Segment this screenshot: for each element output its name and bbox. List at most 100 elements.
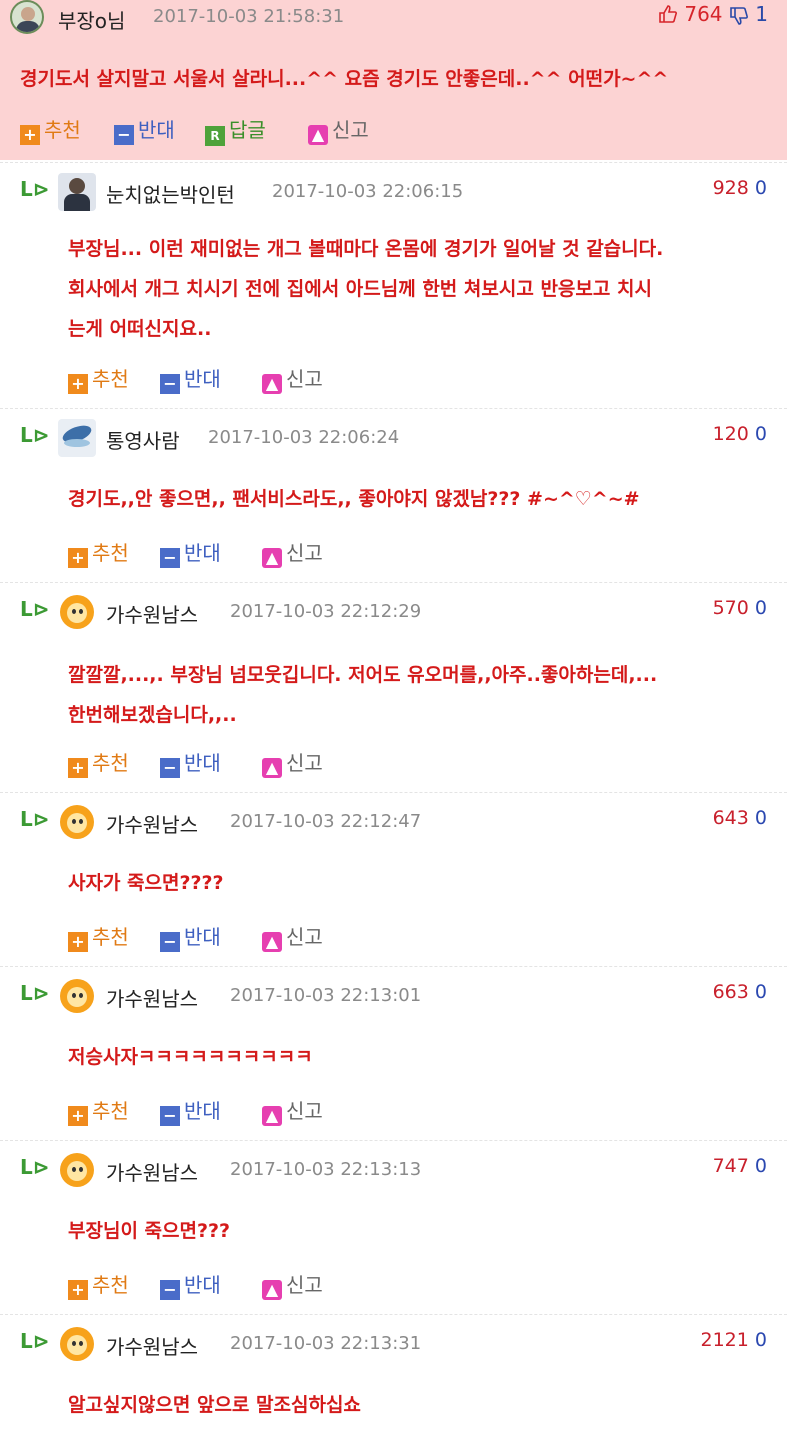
siren-icon: ▲ — [262, 1280, 282, 1300]
oppose-button[interactable]: − 반대 — [114, 116, 175, 145]
report-button[interactable]: ▲ 신고 — [262, 1097, 323, 1126]
comment-date: 2017-10-03 22:13:13 — [230, 1159, 422, 1180]
comment-text: 부장님... 이런 재미없는 개그 볼때마다 온몸에 경기가 일어날 것 같습니… — [68, 238, 664, 340]
siren-icon: ▲ — [262, 932, 282, 952]
commenter-nickname[interactable]: 가수원남스 — [106, 599, 198, 628]
comment-date: 2017-10-03 22:13:31 — [230, 1333, 422, 1354]
commenter-avatar[interactable] — [58, 1325, 96, 1363]
comment-score: 928 0 — [712, 177, 767, 199]
plus-icon: + — [68, 1106, 88, 1126]
reply-arrow-icon: L⊳ — [20, 1329, 50, 1353]
commenter-avatar[interactable] — [58, 173, 96, 211]
comment-date: 2017-10-03 22:06:15 — [272, 181, 464, 202]
comment-text: 저승사자ㅋㅋㅋㅋㅋㅋㅋㅋㅋㅋ — [68, 1046, 313, 1068]
recommend-button[interactable]: + 추천 — [20, 116, 81, 145]
comment-item: L⊳ 가수원남스 2017-10-03 22:13:31 2121 0 알고싶지… — [0, 1314, 787, 1439]
comment-date: 2017-10-03 22:13:01 — [230, 985, 422, 1006]
recommend-button[interactable]: + 추천 — [68, 1097, 129, 1126]
comment-date: 2017-10-03 22:06:24 — [208, 427, 400, 448]
commenter-nickname[interactable]: 가수원남스 — [106, 983, 198, 1012]
commenter-avatar[interactable] — [58, 593, 96, 631]
comment-date: 2017-10-03 22:12:47 — [230, 811, 422, 832]
report-button[interactable]: ▲ 신고 — [262, 1271, 323, 1300]
siren-icon: ▲ — [262, 758, 282, 778]
comment-text: 알고싶지않으면 앞으로 말조심하십쇼 — [68, 1394, 361, 1416]
plus-icon: + — [68, 758, 88, 778]
comment-item: L⊳ 가수원남스 2017-10-03 22:13:01 663 0 저승사자ㅋ… — [0, 966, 787, 1141]
reply-arrow-icon: L⊳ — [20, 981, 50, 1005]
minus-icon: − — [160, 1106, 180, 1126]
reply-arrow-icon: L⊳ — [20, 597, 50, 621]
commenter-avatar[interactable] — [58, 1151, 96, 1189]
recommend-button[interactable]: + 추천 — [68, 923, 129, 952]
minus-icon: − — [160, 932, 180, 952]
comment-score: 570 0 — [712, 597, 767, 619]
author-nickname[interactable]: 부장o님 — [58, 5, 125, 34]
report-button[interactable]: ▲ 신고 — [308, 116, 369, 145]
recommend-button[interactable]: + 추천 — [68, 365, 129, 394]
oppose-button[interactable]: − 반대 — [160, 539, 221, 568]
siren-icon: ▲ — [262, 548, 282, 568]
commenter-avatar[interactable] — [58, 803, 96, 841]
comment-date: 2017-10-03 22:12:29 — [230, 601, 422, 622]
commenter-avatar[interactable] — [58, 977, 96, 1015]
comment-score: 747 0 — [712, 1155, 767, 1177]
reply-arrow-icon: L⊳ — [20, 807, 50, 831]
minus-icon: − — [160, 758, 180, 778]
commenter-nickname[interactable]: 가수원남스 — [106, 809, 198, 838]
comment-item: L⊳ 통영사람 2017-10-03 22:06:24 120 0 경기도,,안… — [0, 408, 787, 583]
commenter-nickname[interactable]: 눈치없는박인턴 — [106, 179, 235, 208]
reply-arrow-icon: L⊳ — [20, 423, 50, 447]
minus-icon: − — [160, 548, 180, 568]
oppose-button[interactable]: − 반대 — [160, 365, 221, 394]
recommend-button[interactable]: + 추천 — [68, 1271, 129, 1300]
plus-icon: + — [68, 374, 88, 394]
comment-score: 120 0 — [712, 423, 767, 445]
commenter-nickname[interactable]: 가수원남스 — [106, 1157, 198, 1186]
post-up-count: 764 — [684, 2, 723, 26]
comment-item: L⊳ 가수원남스 2017-10-03 22:12:29 570 0 깔깔깔,.… — [0, 582, 787, 793]
minus-icon: − — [160, 1280, 180, 1300]
reply-arrow-icon: L⊳ — [20, 1155, 50, 1179]
report-button[interactable]: ▲ 신고 — [262, 749, 323, 778]
oppose-button[interactable]: − 반대 — [160, 923, 221, 952]
report-button[interactable]: ▲ 신고 — [262, 539, 323, 568]
siren-icon: ▲ — [262, 1106, 282, 1126]
comment-score: 643 0 — [712, 807, 767, 829]
author-avatar[interactable] — [10, 0, 44, 34]
minus-icon: − — [160, 374, 180, 394]
plus-icon: + — [68, 932, 88, 952]
post-header: 부장o님 2017-10-03 21:58:31 764 1 — [10, 0, 780, 36]
comment-score: 663 0 — [712, 981, 767, 1003]
siren-icon: ▲ — [262, 374, 282, 394]
post-down-count: 1 — [755, 2, 768, 26]
original-post: 부장o님 2017-10-03 21:58:31 764 1 경기도서 살지말고… — [0, 0, 787, 160]
thumbs-down-icon[interactable] — [729, 6, 749, 26]
post-date: 2017-10-03 21:58:31 — [153, 6, 345, 27]
commenter-nickname[interactable]: 가수원남스 — [106, 1331, 198, 1360]
report-button[interactable]: ▲ 신고 — [262, 365, 323, 394]
comment-text: 사자가 죽으면???? — [68, 872, 224, 894]
thumbs-up-icon[interactable] — [658, 4, 678, 24]
comment-item: L⊳ 가수원남스 2017-10-03 22:13:13 747 0 부장님이 … — [0, 1140, 787, 1315]
comment-text: 깔깔깔,...,. 부장님 넘모웃깁니다. 저어도 유오머를,,아주..좋아하는… — [68, 664, 658, 726]
comment-text: 부장님이 죽으면??? — [68, 1220, 231, 1242]
reply-button[interactable]: R 답글 — [205, 116, 266, 146]
siren-icon: ▲ — [308, 125, 328, 145]
commenter-avatar[interactable] — [58, 419, 96, 457]
comment-score: 2121 0 — [700, 1329, 768, 1351]
plus-icon: + — [68, 548, 88, 568]
commenter-nickname[interactable]: 통영사람 — [106, 425, 180, 454]
recommend-button[interactable]: + 추천 — [68, 749, 129, 778]
oppose-button[interactable]: − 반대 — [160, 749, 221, 778]
post-content: 경기도서 살지말고 서울서 살라니...^^ 요즘 경기도 안좋은데..^^ 어… — [20, 68, 669, 90]
plus-icon: + — [68, 1280, 88, 1300]
post-votes: 764 1 — [658, 2, 768, 26]
recommend-button[interactable]: + 추천 — [68, 539, 129, 568]
oppose-button[interactable]: − 반대 — [160, 1097, 221, 1126]
report-button[interactable]: ▲ 신고 — [262, 923, 323, 952]
oppose-button[interactable]: − 반대 — [160, 1271, 221, 1300]
plus-icon: + — [20, 125, 40, 145]
comment-item: L⊳ 가수원남스 2017-10-03 22:12:47 643 0 사자가 죽… — [0, 792, 787, 967]
minus-icon: − — [114, 125, 134, 145]
